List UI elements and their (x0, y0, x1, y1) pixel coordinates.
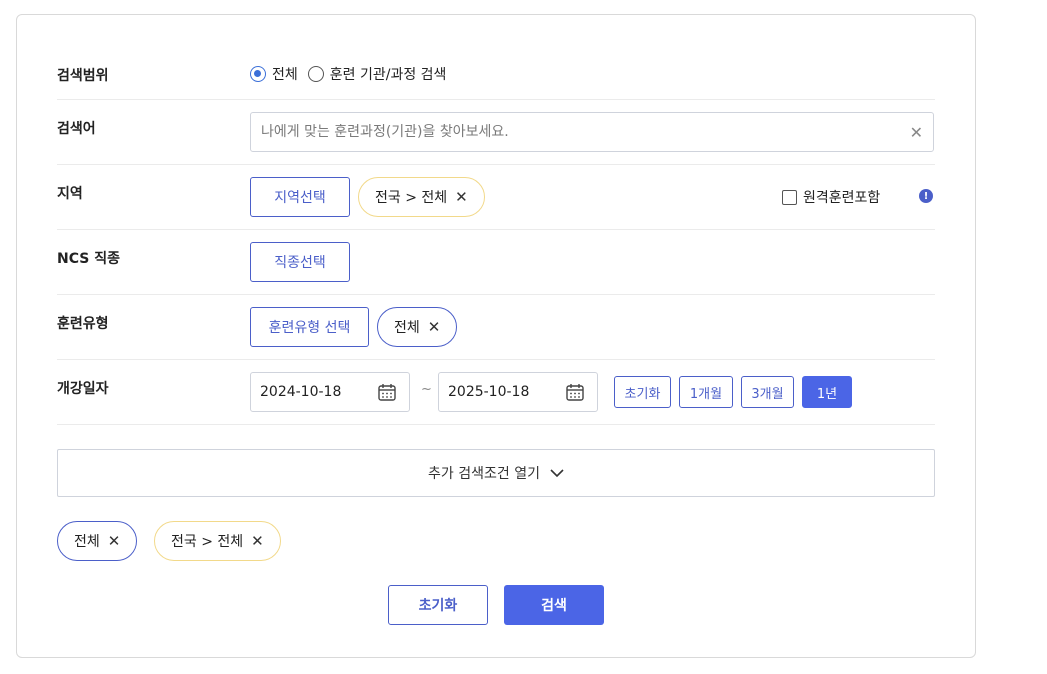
start-date-label: 개강일자 (57, 381, 109, 397)
training-type-chip-label: 전체 (394, 320, 420, 336)
radio-unselected-icon[interactable] (307, 66, 324, 82)
close-icon[interactable]: ✕ (910, 123, 923, 142)
keyword-row: 검색어 ✕ (57, 100, 935, 165)
selected-chip-training-type: 전체 ✕ (57, 521, 138, 561)
start-date-row: 개강일자 2024-10-18 ~ 2025-10-18 초기화 1개월 3개월… (57, 360, 935, 425)
selected-chip-label: 전국 > 전체 (171, 534, 244, 550)
scope-label: 검색범위 (57, 68, 109, 84)
info-icon[interactable]: ! (919, 189, 933, 203)
checkbox-icon[interactable] (782, 189, 797, 205)
period-1-month-button[interactable]: 1개월 (679, 376, 733, 408)
remote-training-label: 원격훈련포함 (803, 190, 881, 206)
reset-button[interactable]: 초기화 (388, 585, 488, 625)
scope-radio-institution-label: 훈련 기관/과정 검색 (329, 67, 447, 83)
training-type-select-button[interactable]: 훈련유형 선택 (250, 307, 369, 347)
region-chip: 전국 > 전체 ✕ (358, 177, 485, 217)
training-type-row: 훈련유형 훈련유형 선택 전체 ✕ (57, 295, 935, 360)
region-row: 지역 지역선택 전국 > 전체 ✕ 원격훈련포함 ! (57, 165, 935, 230)
expand-conditions-label: 추가 검색조건 열기 (428, 466, 540, 482)
scope-radio-institution[interactable]: 훈련 기관/과정 검색 (307, 64, 447, 84)
remote-training-checkbox[interactable]: 원격훈련포함 (782, 187, 880, 207)
ncs-row: NCS 직종 직종선택 (57, 230, 935, 295)
ncs-label: NCS 직종 (57, 251, 120, 267)
date-to-value: 2025-10-18 (448, 384, 530, 400)
remove-chip-icon[interactable]: ✕ (251, 532, 264, 550)
remove-chip-icon[interactable]: ✕ (108, 532, 121, 550)
calendar-icon[interactable] (565, 382, 585, 402)
keyword-input[interactable] (261, 124, 910, 140)
calendar-icon[interactable] (377, 382, 397, 402)
training-type-label: 훈련유형 (57, 316, 109, 332)
search-button[interactable]: 검색 (504, 585, 604, 625)
date-from-value: 2024-10-18 (260, 384, 342, 400)
region-chip-label: 전국 > 전체 (375, 190, 448, 206)
region-select-button[interactable]: 지역선택 (250, 177, 350, 217)
ncs-select-button[interactable]: 직종선택 (250, 242, 350, 282)
scope-radio-all-label: 전체 (272, 67, 298, 83)
remove-chip-icon[interactable]: ✕ (455, 188, 468, 206)
scope-radio-all[interactable]: 전체 (250, 64, 298, 84)
expand-conditions-button[interactable]: 추가 검색조건 열기 (57, 449, 935, 497)
date-separator: ~ (421, 382, 432, 397)
selected-chip-region: 전국 > 전체 ✕ (154, 521, 281, 561)
date-from-field[interactable]: 2024-10-18 (250, 372, 410, 412)
radio-selected-icon[interactable] (250, 66, 266, 82)
training-type-chip: 전체 ✕ (377, 307, 458, 347)
remove-chip-icon[interactable]: ✕ (428, 318, 441, 336)
region-label: 지역 (57, 186, 83, 202)
date-to-field[interactable]: 2025-10-18 (438, 372, 598, 412)
selected-chip-label: 전체 (74, 534, 100, 550)
scope-radio-group: 전체 훈련 기관/과정 검색 (250, 64, 446, 84)
period-reset-button[interactable]: 초기화 (614, 376, 671, 408)
chevron-down-icon (550, 469, 564, 478)
scope-row: 검색범위 전체 훈련 기관/과정 검색 (57, 55, 935, 100)
search-filter-panel: 검색범위 전체 훈련 기관/과정 검색 검색어 ✕ 지역 지역선택 전국 > 전… (16, 14, 976, 658)
keyword-label: 검색어 (57, 121, 96, 137)
period-1-year-button[interactable]: 1년 (802, 376, 852, 408)
keyword-field: ✕ (250, 112, 934, 152)
period-3-month-button[interactable]: 3개월 (741, 376, 794, 408)
